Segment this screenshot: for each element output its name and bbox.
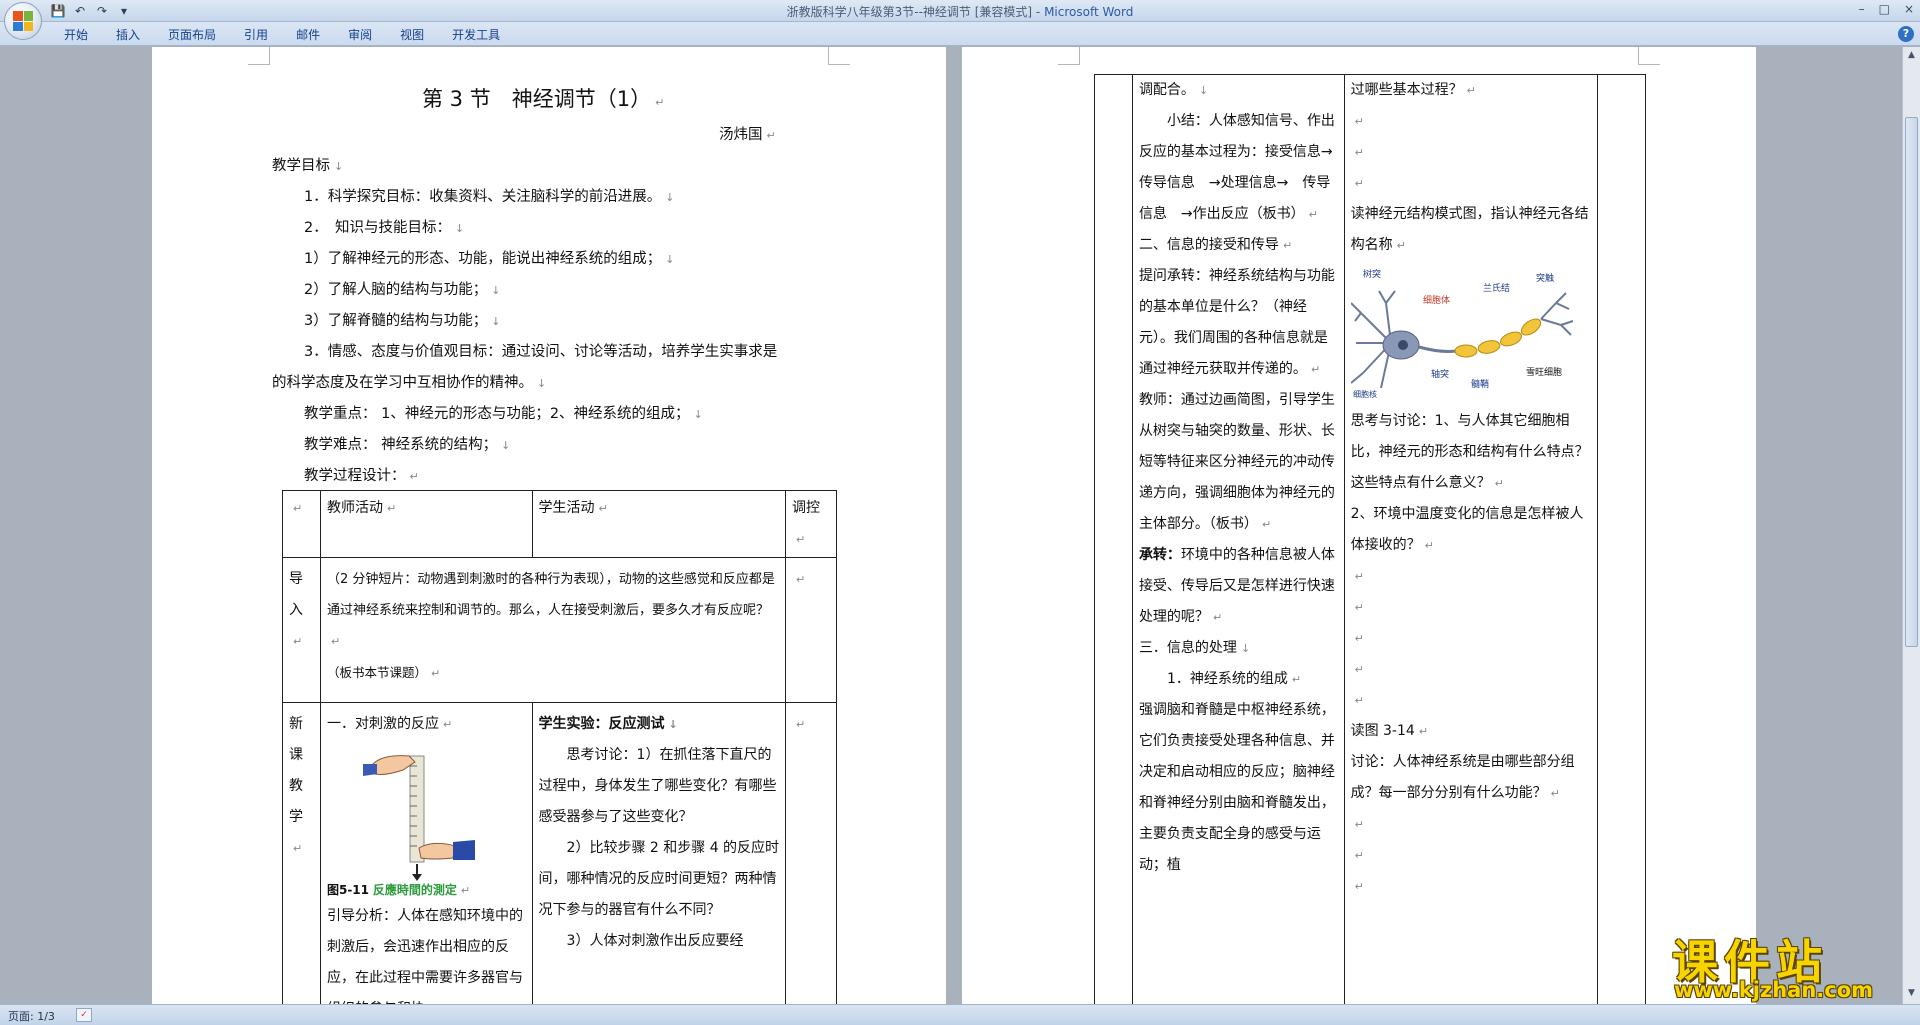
control-cell: ↵ (785, 702, 837, 1004)
paragraph: 教学重点： 1、神经元的形态与功能；2、神经系统的组成； ↓ (304, 406, 703, 422)
row-label: 导入↵ (282, 557, 321, 703)
site-watermark: 课件站 www.kjzhan.com (1668, 926, 1904, 1004)
table-header: 调控↵ (785, 490, 837, 558)
scroll-thumb[interactable] (1905, 117, 1918, 647)
svg-text:轴突: 轴突 (1431, 368, 1449, 380)
office-logo-icon (13, 11, 33, 31)
row-label (1094, 74, 1133, 1004)
student-paragraph: 2）比较步骤 2 和步骤 4 的反应时间，哪种情况的反应时间更短？两种情况下参与… (538, 840, 780, 918)
teacher-activity: （2 分钟短片：动物遇到刺激时的各种行为表现），动物的这些感觉和反应都是通过神经… (319, 557, 787, 703)
document-title: 浙教版科学八年级第3节--神经调节 [兼容模式] - (786, 5, 1045, 19)
crop-mark (248, 47, 270, 65)
page-2: 调配合。 ↓ 小结：人体感知信号、作出反应的基本过程为：接受信息→ 传导信息 →处… (962, 47, 1756, 1004)
tab-developer[interactable]: 开发工具 (438, 26, 514, 44)
svg-text:髓鞘: 髓鞘 (1471, 378, 1489, 390)
ribbon: 开始 插入 页面布局 引用 邮件 审阅 视图 开发工具 ? (0, 22, 1920, 46)
paragraph: 3．情感、态度与价值观目标：通过设问、讨论等活动，培养学生实事求是 (304, 344, 778, 360)
paragraph: 的科学态度及在学习中互相协作的精神。 ↓ (272, 375, 547, 391)
lesson-table-continued: 调配合。 ↓ 小结：人体感知信号、作出反应的基本过程为：接受信息→ 传导信息 →处… (1094, 74, 1646, 1004)
table-header-row: ↵ 教师活动 ↵ 学生活动 ↵ 调控↵ (282, 490, 837, 558)
tab-references[interactable]: 引用 (230, 26, 282, 44)
table-row: 导入↵ （2 分钟短片：动物遇到刺激时的各种行为表现），动物的这些感觉和反应都是… (282, 557, 837, 703)
neuron-diagram: 树突 细胞体 兰氏结 突触 轴突 髓鞘 雪旺细胞 细胞核 (1350, 268, 1573, 399)
student-paragraph: 3）人体对刺激作出反应要经 (566, 933, 744, 949)
proofing-icon[interactable]: ✓ (76, 1008, 92, 1022)
table-cell: ↵ (282, 490, 321, 558)
paragraph: 1．科学探究目标：收集资料、关注脑科学的前沿进展。 ↓ (304, 189, 675, 205)
ruler-figure (327, 740, 526, 881)
teacher-activity: 调配合。 ↓ 小结：人体感知信号、作出反应的基本过程为：接受信息→ 传导信息 →处… (1131, 74, 1347, 1004)
paragraph: 教学目标 ↓ (272, 158, 344, 174)
maximize-button[interactable]: □ (1879, 2, 1890, 16)
window-title: 浙教版科学八年级第3节--神经调节 [兼容模式] - Microsoft Wor… (0, 3, 1920, 20)
svg-text:细胞体: 细胞体 (1423, 294, 1450, 306)
paragraph: 1）了解神经元的形态、功能，能说出神经系统的组成； ↓ (304, 251, 675, 267)
close-button[interactable]: × (1904, 2, 1914, 16)
ribbon-tabs: 开始 插入 页面布局 引用 邮件 审阅 视图 开发工具 (50, 26, 514, 44)
figure-caption: 图5-11 反應時間的測定 ↵ (326, 883, 471, 897)
svg-text:兰氏结: 兰氏结 (1483, 282, 1510, 294)
tab-home[interactable]: 开始 (50, 26, 102, 44)
paragraph: 2． 知识与技能目标： ↓ (304, 220, 465, 236)
tab-review[interactable]: 审阅 (334, 26, 386, 44)
student-activity: 学生实验：反应测试 ↓ 思考讨论：1）在抓住落下直尺的过程中，身体发生了哪些变化？… (531, 702, 787, 1004)
table-row: 调配合。 ↓ 小结：人体感知信号、作出反应的基本过程为：接受信息→ 传导信息 →处… (1094, 74, 1646, 1004)
table-header: 学生活动 ↵ (531, 490, 787, 558)
office-button[interactable] (4, 2, 42, 40)
paragraph: 3）了解脊髓的结构与功能； ↓ (304, 313, 501, 329)
tab-mailings[interactable]: 邮件 (282, 26, 334, 44)
row-label: 新课教学↵ (282, 702, 321, 1004)
scroll-down-arrow-icon[interactable]: ▼ (1905, 987, 1918, 1000)
svg-text:雪旺细胞: 雪旺细胞 (1526, 366, 1562, 378)
page-count[interactable]: 页面: 1/3 (8, 1008, 55, 1024)
lesson-table: ↵ 教师活动 ↵ 学生活动 ↵ 调控↵ 导入↵ （2 分钟短片：动物遇到刺激时的各种… (282, 490, 837, 1004)
table-header: 教师活动 ↵ (319, 490, 533, 558)
svg-text:树突: 树突 (1363, 268, 1381, 280)
control-cell: ↵ (785, 557, 837, 703)
student-activity: 过哪些基本过程？↵ ↵ ↵ ↵ 读神经元结构模式图，指认神经元各结构名称↵ (1343, 74, 1599, 1004)
scroll-up-arrow-icon[interactable]: ▲ (1905, 49, 1918, 62)
paragraph: 2）了解人脑的结构与功能； ↓ (304, 282, 501, 298)
document-title: 第 3 节 神经调节（1） ↵ (422, 87, 665, 111)
vertical-scrollbar[interactable]: ▲ ▼ (1902, 47, 1920, 1004)
crop-mark (1058, 47, 1080, 65)
teacher-text: 引导分析：人体在感知环境中的刺激后，会迅速作出相应的反应，在此过程中需要许多器官… (326, 908, 523, 1004)
help-icon[interactable]: ? (1898, 26, 1914, 42)
window-controls: – □ × (1859, 2, 1914, 16)
status-bar: 页面: 1/3 ✓ (0, 1004, 1920, 1025)
app-name: Microsoft Word (1044, 5, 1134, 19)
crop-mark (828, 47, 850, 65)
svg-text:突触: 突触 (1536, 272, 1554, 284)
tab-insert[interactable]: 插入 (102, 26, 154, 44)
student-paragraph: 思考讨论：1）在抓住落下直尺的过程中，身体发生了哪些变化？有哪些感受器参与了这些… (538, 747, 777, 825)
tab-page-layout[interactable]: 页面布局 (154, 26, 230, 44)
author: 汤炜国 ↵ (719, 127, 776, 143)
table-row: 新课教学↵ 一．对刺激的反应 ↵ 图5-11 反應時間的測定 ↵ 引导分析：人体… (282, 702, 837, 1004)
minimize-button[interactable]: – (1859, 2, 1865, 16)
watermark-url: www.kjzhan.com (1674, 978, 1874, 1002)
page-1: 第 3 节 神经调节（1） ↵ 汤炜国 ↵ 教学目标 ↓ 1．科学探究目标：收集资料、… (152, 47, 946, 1004)
svg-text:细胞核: 细胞核 (1353, 389, 1377, 399)
tab-view[interactable]: 视图 (386, 26, 438, 44)
control-cell (1597, 74, 1646, 1004)
paragraph: 教学过程设计： ↵ (304, 468, 419, 484)
document-area[interactable]: 第 3 节 神经调节（1） ↵ 汤炜国 ↵ 教学目标 ↓ 1．科学探究目标：收集资料、… (0, 47, 1902, 1004)
teacher-activity: 一．对刺激的反应 ↵ 图5-11 反應時間的測定 ↵ 引导分析：人体在感知环境中… (319, 702, 533, 1004)
paragraph: 教学难点： 神经系统的结构； ↓ (304, 437, 511, 453)
crop-mark (1638, 47, 1660, 65)
title-bar: 💾 ↶ ↷ ▾ 浙教版科学八年级第3节--神经调节 [兼容模式] - Micro… (0, 0, 1920, 22)
ruler-drop-illustration (362, 755, 475, 881)
neuron-figure: 树突 细胞体 兰氏结 突触 轴突 髓鞘 雪旺细胞 细胞核 (1350, 261, 1591, 406)
